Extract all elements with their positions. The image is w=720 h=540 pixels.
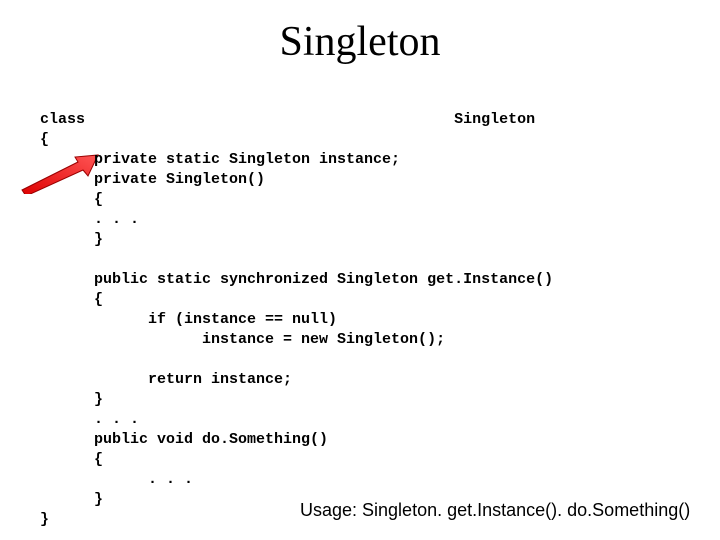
code-line: private static Singleton instance; bbox=[40, 151, 400, 168]
code-line: public void do.Something() bbox=[40, 431, 328, 448]
code-line: } bbox=[40, 511, 49, 528]
code-line: return instance; bbox=[40, 371, 292, 388]
code-line: . . . bbox=[40, 411, 139, 428]
code-line: class Singleton bbox=[40, 111, 535, 128]
code-line: public static synchronized Singleton get… bbox=[40, 271, 553, 288]
slide-title: Singleton bbox=[0, 18, 720, 66]
code-line: } bbox=[40, 491, 103, 508]
code-line: . . . bbox=[40, 211, 139, 228]
code-line: } bbox=[40, 391, 103, 408]
code-line: { bbox=[40, 191, 103, 208]
usage-text: Usage: Singleton. get.Instance(). do.Som… bbox=[300, 500, 720, 521]
code-line: { bbox=[40, 451, 103, 468]
code-line: if (instance == null) bbox=[40, 311, 337, 328]
code-block: class Singleton { private static Singlet… bbox=[40, 90, 690, 530]
code-line: . . . bbox=[40, 471, 193, 488]
code-line: { bbox=[40, 131, 49, 148]
code-line: } bbox=[40, 231, 103, 248]
code-line: private Singleton() bbox=[40, 171, 265, 188]
code-line: instance = new Singleton(); bbox=[40, 331, 445, 348]
slide: Singleton class Singleton { private stat… bbox=[0, 0, 720, 540]
code-line: { bbox=[40, 291, 103, 308]
